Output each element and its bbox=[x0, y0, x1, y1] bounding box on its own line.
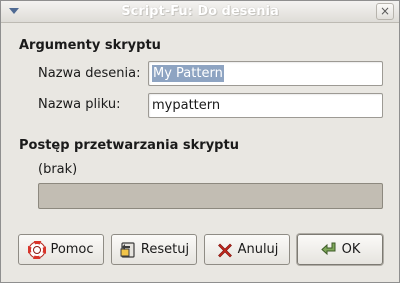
section-title-progress: Postęp przetwarzania skryptu bbox=[19, 138, 239, 153]
section-title-arguments: Argumenty skryptu bbox=[19, 38, 161, 53]
file-name-label: Nazwa pliku: bbox=[38, 97, 121, 112]
reset-button[interactable]: Resetuj bbox=[111, 234, 197, 265]
close-button[interactable]: × bbox=[376, 3, 394, 20]
reset-icon bbox=[119, 241, 137, 259]
ok-button-label: OK bbox=[341, 242, 361, 257]
cancel-button[interactable]: Anuluj bbox=[204, 234, 290, 265]
progress-status-text: (brak) bbox=[38, 162, 78, 177]
pattern-name-label: Nazwa desenia: bbox=[38, 66, 141, 81]
pattern-name-input[interactable]: My Pattern bbox=[148, 61, 383, 86]
lifebuoy-icon bbox=[27, 239, 48, 260]
pattern-name-value: My Pattern bbox=[152, 65, 224, 82]
ok-button[interactable]: OK bbox=[297, 234, 383, 265]
help-button-label: Pomoc bbox=[50, 242, 94, 257]
cancel-button-label: Anuluj bbox=[237, 242, 279, 257]
file-name-input[interactable]: mypattern bbox=[148, 93, 383, 118]
file-name-value: mypattern bbox=[152, 98, 221, 113]
title-bar[interactable]: Script-Fu: Do desenia × bbox=[1, 1, 399, 23]
dialog-window: Script-Fu: Do desenia × Argumenty skrypt… bbox=[0, 0, 400, 283]
reset-button-label: Resetuj bbox=[140, 242, 190, 257]
cancel-x-icon bbox=[216, 241, 234, 259]
help-button[interactable]: Pomoc bbox=[18, 234, 104, 265]
window-title: Script-Fu: Do desenia bbox=[121, 4, 279, 19]
progress-bar bbox=[38, 183, 383, 209]
ok-arrow-icon bbox=[320, 241, 338, 259]
